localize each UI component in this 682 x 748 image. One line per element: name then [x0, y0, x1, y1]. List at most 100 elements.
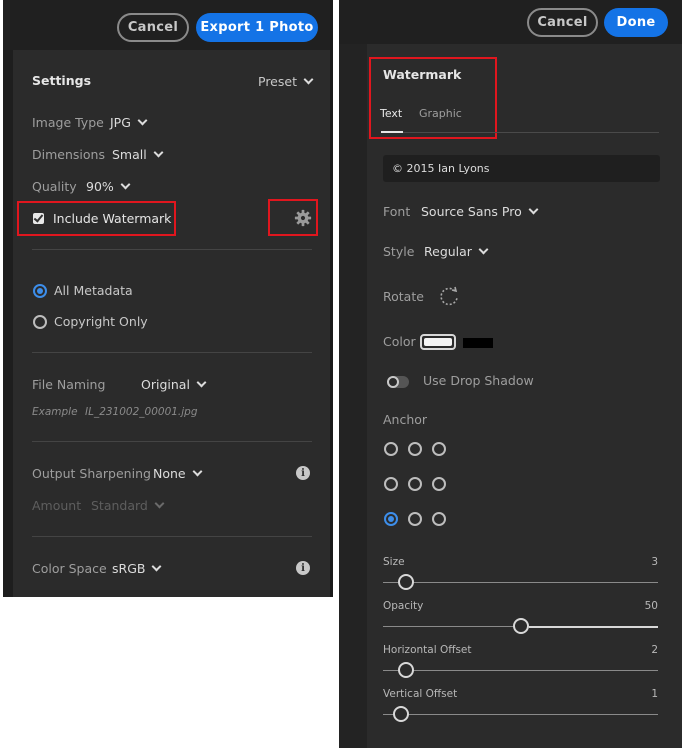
slider-value: 1	[651, 688, 658, 700]
copyright-only-radio[interactable]	[33, 315, 47, 329]
anchor-r2-c3[interactable]	[432, 477, 446, 491]
tab-text[interactable]: Text	[380, 107, 402, 120]
style-label: Style	[383, 244, 415, 259]
color-space-label: Color Space	[32, 561, 107, 576]
export-button[interactable]: Export 1 Photo	[196, 13, 318, 42]
chevron-down-icon	[120, 179, 131, 190]
include-watermark-checkbox[interactable]	[33, 213, 44, 224]
chevron-down-icon	[154, 498, 165, 509]
tab-bar-divider	[381, 132, 659, 133]
slider-value: 50	[644, 600, 658, 612]
slider-knob[interactable]	[397, 662, 414, 678]
slider-knob[interactable]	[512, 618, 529, 634]
file-naming-dropdown[interactable]: Original	[141, 377, 207, 392]
chevron-down-icon	[478, 244, 489, 255]
active-tab-indicator	[381, 131, 403, 133]
gear-icon[interactable]	[294, 209, 312, 227]
preset-dropdown[interactable]: Preset	[258, 74, 314, 89]
tab-graphic[interactable]: Graphic	[419, 107, 462, 120]
dimensions-label: Dimensions	[32, 147, 105, 162]
anchor-r3-c3[interactable]	[432, 512, 446, 526]
image-type-label: Image Type	[32, 115, 104, 130]
style-value: Regular	[424, 244, 472, 259]
cancel-button[interactable]: Cancel	[527, 8, 598, 37]
preset-label: Preset	[258, 74, 297, 89]
include-watermark-label: Include Watermark	[53, 211, 172, 226]
output-sharpening-value: None	[153, 466, 186, 481]
drop-shadow-toggle[interactable]	[387, 376, 409, 388]
watermark-heading: Watermark	[383, 67, 462, 82]
anchor-r2-c2[interactable]	[408, 477, 422, 491]
style-dropdown[interactable]: Regular	[424, 244, 489, 259]
quality-label: Quality	[32, 179, 77, 194]
anchor-r3-c1[interactable]	[384, 512, 398, 526]
anchor-r3-c2[interactable]	[408, 512, 422, 526]
panel-border	[330, 0, 333, 597]
copyright-only-label: Copyright Only	[54, 314, 148, 329]
slider-label: Opacity	[383, 600, 424, 612]
output-sharpening-label: Output Sharpening	[32, 466, 151, 481]
chevron-down-icon	[137, 115, 148, 126]
font-label: Font	[383, 204, 411, 219]
chevron-down-icon	[192, 466, 203, 477]
divider	[32, 249, 312, 250]
watermark-panel: Cancel Done Watermark Text Graphic © 201…	[339, 0, 682, 748]
slider-value: 2	[651, 644, 658, 656]
slider-label: Horizontal Offset	[383, 644, 472, 656]
info-icon[interactable]: i	[296, 466, 310, 480]
divider	[32, 536, 312, 537]
font-dropdown[interactable]: Source Sans Pro	[421, 204, 539, 219]
slider-label: Vertical Offset	[383, 688, 458, 700]
watermark-text-field[interactable]: © 2015 Ian Lyons	[383, 155, 660, 182]
file-naming-value: Original	[141, 377, 190, 392]
slider-knob[interactable]	[392, 706, 409, 722]
cancel-button[interactable]: Cancel	[117, 13, 189, 42]
image-type-value: JPG	[110, 115, 131, 130]
panel-edge	[339, 44, 367, 748]
slider-track[interactable]	[383, 670, 658, 671]
rotate-icon[interactable]	[438, 285, 460, 307]
file-naming-label: File Naming	[32, 377, 106, 392]
slider-track[interactable]	[383, 582, 658, 583]
settings-heading: Settings	[32, 73, 92, 88]
chevron-down-icon	[528, 204, 539, 215]
anchor-r2-c1[interactable]	[384, 477, 398, 491]
amount-label: Amount	[32, 498, 82, 513]
info-icon[interactable]: i	[296, 561, 310, 575]
color-space-value: sRGB	[112, 561, 146, 576]
anchor-r1-c1[interactable]	[384, 442, 398, 456]
color-swatch-primary[interactable]	[420, 334, 456, 350]
anchor-label: Anchor	[383, 412, 428, 427]
slider-track-fill	[528, 625, 658, 628]
divider	[32, 352, 312, 353]
font-value: Source Sans Pro	[421, 204, 522, 219]
chevron-down-icon	[303, 74, 314, 85]
slider-label: Size	[383, 556, 405, 568]
amount-dropdown: Standard	[91, 498, 165, 513]
slider-knob[interactable]	[397, 574, 414, 590]
example-label: Example	[32, 406, 78, 418]
anchor-r1-c2[interactable]	[408, 442, 422, 456]
output-sharpening-dropdown[interactable]: None	[153, 466, 203, 481]
all-metadata-radio[interactable]	[33, 284, 47, 298]
chevron-down-icon	[152, 561, 162, 572]
image-type-dropdown[interactable]: JPG	[110, 115, 148, 130]
divider	[32, 441, 312, 442]
amount-value: Standard	[91, 498, 148, 513]
chevron-down-icon	[153, 147, 164, 158]
dimensions-dropdown[interactable]: Small	[112, 147, 164, 162]
slider-track[interactable]	[383, 714, 658, 715]
anchor-r1-c3[interactable]	[432, 442, 446, 456]
color-label: Color	[383, 334, 416, 349]
quality-dropdown[interactable]: 90%	[86, 179, 131, 194]
dimensions-value: Small	[112, 147, 147, 162]
example-filename: IL_231002_00001.jpg	[85, 406, 198, 418]
slider-value: 3	[651, 556, 658, 568]
chevron-down-icon	[196, 377, 207, 388]
quality-value: 90%	[86, 179, 114, 194]
rotate-label: Rotate	[383, 289, 424, 304]
color-space-dropdown[interactable]: sRGB	[112, 561, 162, 576]
panel-edge	[3, 50, 13, 597]
color-swatch-secondary[interactable]	[463, 338, 493, 348]
done-button[interactable]: Done	[604, 8, 668, 37]
